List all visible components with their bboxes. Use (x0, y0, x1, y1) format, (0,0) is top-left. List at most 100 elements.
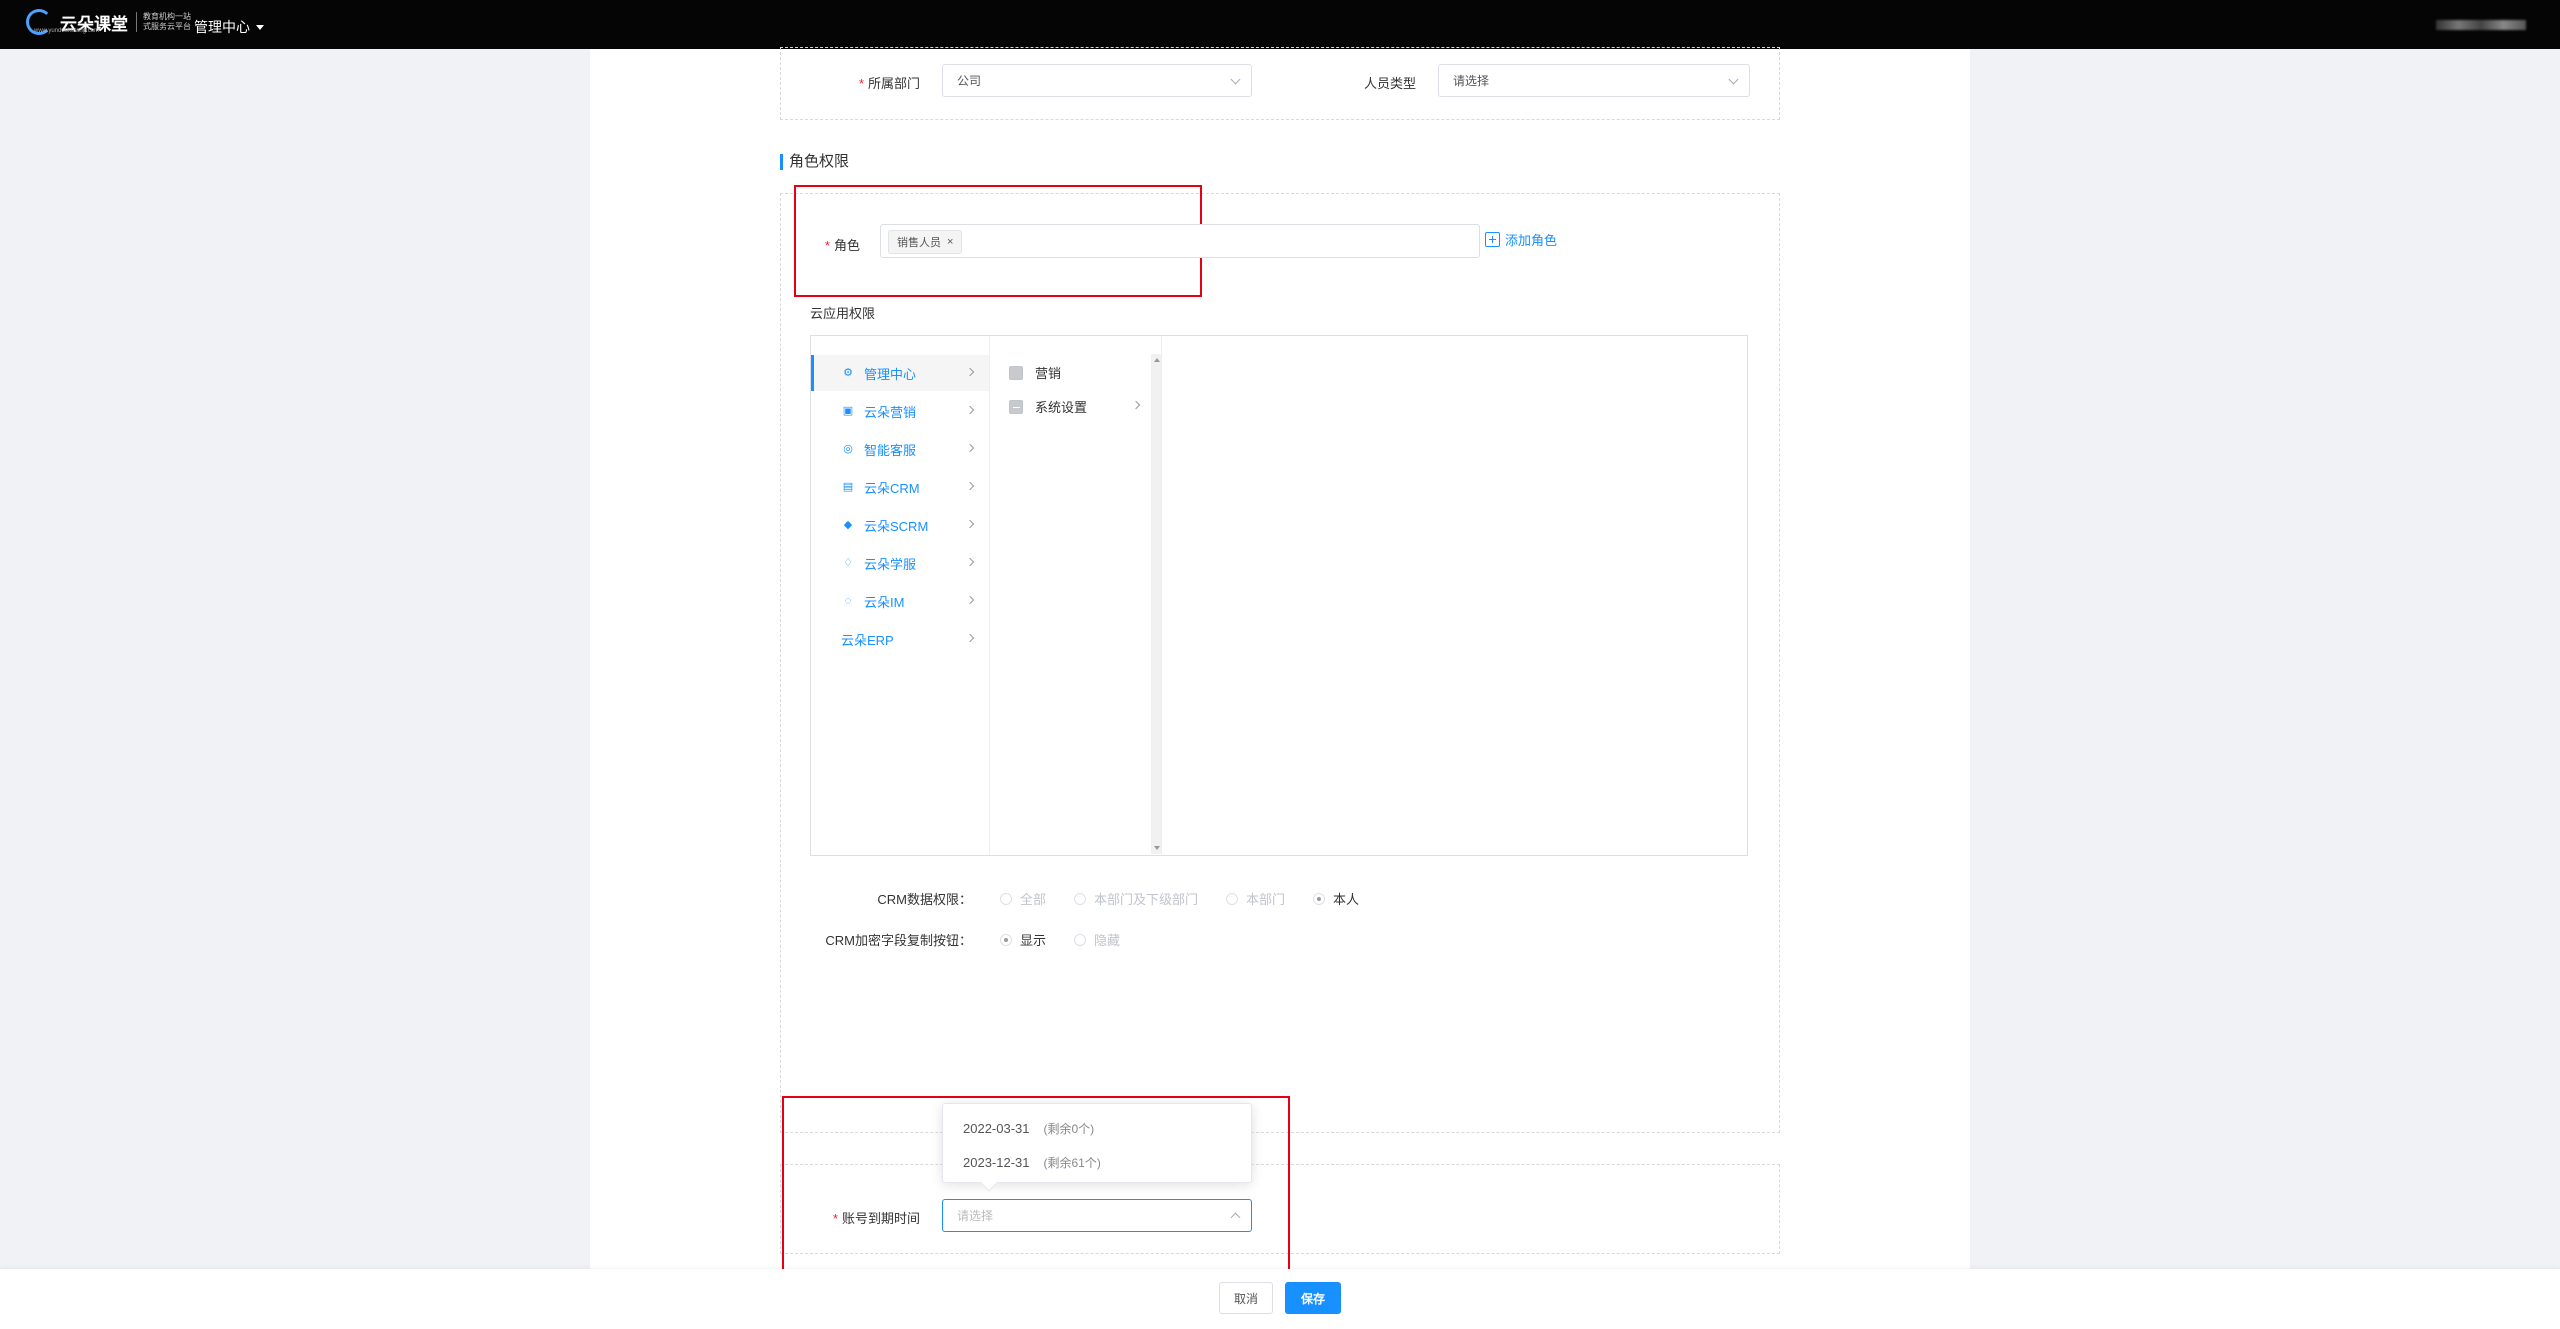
chevron-right-icon (965, 519, 975, 529)
logo-url: www.yunduoketang.com (34, 28, 100, 34)
submenu-item-system-settings[interactable]: 系统设置 (1009, 397, 1153, 416)
role-tag-label: 销售人员 (897, 237, 941, 249)
menu-item-label: 云朵SCRM (864, 518, 929, 534)
expiry-option[interactable]: 2023-12-31 (剩余61个) (963, 1154, 1101, 1171)
crm-copy-btn-label: CRM加密字段复制按钮： (825, 933, 972, 948)
submenu-label: 系统设置 (1035, 400, 1088, 415)
chevron-right-icon (965, 481, 975, 491)
add-role-button[interactable]: 添加角色 (1485, 230, 1557, 249)
logo-slogan-line2: 式服务云平台 (143, 22, 191, 31)
radio-label: 显示 (1020, 933, 1047, 948)
chevron-down-icon (1728, 74, 1739, 85)
plus-square-icon (1485, 232, 1500, 247)
radio-label: 隐藏 (1094, 933, 1121, 948)
radio-all[interactable]: 全部 (1000, 889, 1046, 908)
person-type-label: 人员类型 (1363, 76, 1416, 91)
person-type-placeholder: 请选择 (1453, 74, 1490, 88)
crm-data-perm-radio-group: 全部 本部门及下级部门 本部门 本人 (1000, 889, 1387, 908)
caret-down-icon (256, 24, 264, 30)
menu-item-label: 云朵ERP (841, 632, 894, 648)
radio-circle (1226, 892, 1239, 905)
radio-show[interactable]: 显示 (1000, 930, 1046, 949)
chevron-down-icon (1230, 74, 1241, 85)
cancel-button[interactable]: 取消 (1219, 1282, 1273, 1314)
chevron-right-icon (965, 633, 975, 643)
submenu-item-marketing[interactable]: 营销 (1009, 363, 1061, 382)
add-role-label: 添加角色 (1505, 233, 1558, 248)
crm-copy-btn-radio-group: 显示 隐藏 (1000, 930, 1148, 949)
menu-item-customer-service[interactable]: ◎ 智能客服 (811, 431, 989, 467)
radio-dept-and-sub[interactable]: 本部门及下级部门 (1074, 889, 1198, 908)
menu-item-scrm[interactable]: ◆ 云朵SCRM (811, 507, 989, 543)
option-remaining: (剩余61个) (1043, 1156, 1101, 1170)
save-button[interactable]: 保存 (1285, 1282, 1341, 1314)
nav-title: 管理中心 (194, 19, 250, 35)
chat-icon: ◎ (843, 443, 853, 455)
person-type-select[interactable]: 请选择 (1438, 64, 1750, 97)
role-tag: 销售人员 × (888, 230, 963, 254)
radio-label: 本部门及下级部门 (1094, 892, 1199, 907)
role-label: * 角色 (824, 238, 860, 253)
marketing-icon: ▣ (842, 405, 854, 417)
scroll-down-icon[interactable] (1154, 846, 1160, 850)
scrollbar[interactable] (1151, 354, 1161, 854)
menu-item-im[interactable]: ◌ 云朵IM (811, 583, 989, 619)
radio-dept[interactable]: 本部门 (1226, 889, 1285, 908)
option-remaining: (剩余0个) (1043, 1122, 1095, 1136)
crm-data-perm-label: CRM数据权限： (877, 892, 972, 907)
column-divider (1161, 336, 1162, 855)
im-icon: ◌ (844, 595, 852, 607)
department-value: 公司 (957, 74, 982, 88)
checkbox-indeterminate[interactable] (1009, 399, 1023, 414)
expiry-option[interactable]: 2022-03-31 (剩余0个) (963, 1120, 1094, 1137)
expiry-dropdown: 2022-03-31 (剩余0个) 2023-12-31 (剩余61个) (942, 1103, 1252, 1192)
nav-management-center[interactable]: 管理中心 (194, 17, 264, 37)
chevron-right-icon (965, 595, 975, 605)
radio-label: 本部门 (1246, 892, 1286, 907)
footer-bar: 取消 保存 (0, 1269, 2560, 1329)
radio-self[interactable]: 本人 (1313, 889, 1359, 908)
chevron-right-icon (965, 557, 975, 567)
chevron-right-icon (965, 443, 975, 453)
permission-tree-box: ⚙ 管理中心 ▣ 云朵营销 ◎ 智能客服 ▤ 云朵CRM ◆ 云朵SCRM ♢ … (810, 335, 1748, 856)
role-section-title: 角色权限 (780, 154, 849, 170)
expiry-select[interactable]: 请选择 (942, 1199, 1252, 1232)
radio-circle (1000, 933, 1012, 946)
menu-item-management-center[interactable]: ⚙ 管理中心 (811, 355, 989, 391)
menu-item-crm[interactable]: ▤ 云朵CRM (811, 469, 989, 505)
menu-item-label: 管理中心 (864, 366, 917, 382)
cloud-perm-title: 云应用权限 (810, 306, 876, 321)
radio-circle (1000, 892, 1012, 905)
scrm-icon: ◆ (843, 519, 853, 531)
top-bar: 云朵课堂 教育机构一站 式服务云平台 www.yunduoketang.com … (0, 0, 2560, 49)
radio-circle (1313, 892, 1326, 905)
column-divider (989, 336, 990, 855)
chevron-right-icon (965, 405, 975, 415)
radio-label: 本人 (1333, 892, 1360, 907)
crm-icon: ▤ (842, 481, 854, 493)
menu-item-student-service[interactable]: ♢ 云朵学服 (811, 545, 989, 581)
department-select[interactable]: 公司 (942, 64, 1252, 97)
chevron-right-icon (1131, 400, 1141, 410)
scroll-up-icon[interactable] (1154, 358, 1160, 362)
option-date: 2023-12-31 (963, 1155, 1030, 1170)
checkbox[interactable] (1009, 365, 1023, 380)
menu-item-label: 云朵营销 (864, 404, 917, 420)
menu-item-erp[interactable]: 云朵ERP (811, 621, 989, 657)
main-panel: * 所属部门 公司 人员类型 请选择 角色权限 * 角色 销售人员 × 添加角色 云… (590, 47, 1970, 1296)
option-date: 2022-03-31 (963, 1121, 1030, 1136)
menu-item-label: 智能客服 (864, 442, 917, 458)
radio-circle (1074, 892, 1087, 905)
expiry-placeholder: 请选择 (957, 1209, 994, 1223)
radio-hide[interactable]: 隐藏 (1074, 930, 1120, 949)
radio-circle (1074, 933, 1087, 946)
menu-item-label: 云朵IM (864, 594, 905, 610)
role-multi-select[interactable] (880, 224, 1480, 258)
menu-item-marketing[interactable]: ▣ 云朵营销 (811, 393, 989, 429)
chevron-up-icon (1230, 1212, 1241, 1223)
user-info-blurred[interactable] (2436, 20, 2526, 30)
close-icon[interactable]: × (947, 236, 953, 248)
radio-label: 全部 (1020, 892, 1047, 907)
gear-icon: ⚙ (843, 367, 853, 379)
chevron-right-icon (965, 367, 975, 377)
